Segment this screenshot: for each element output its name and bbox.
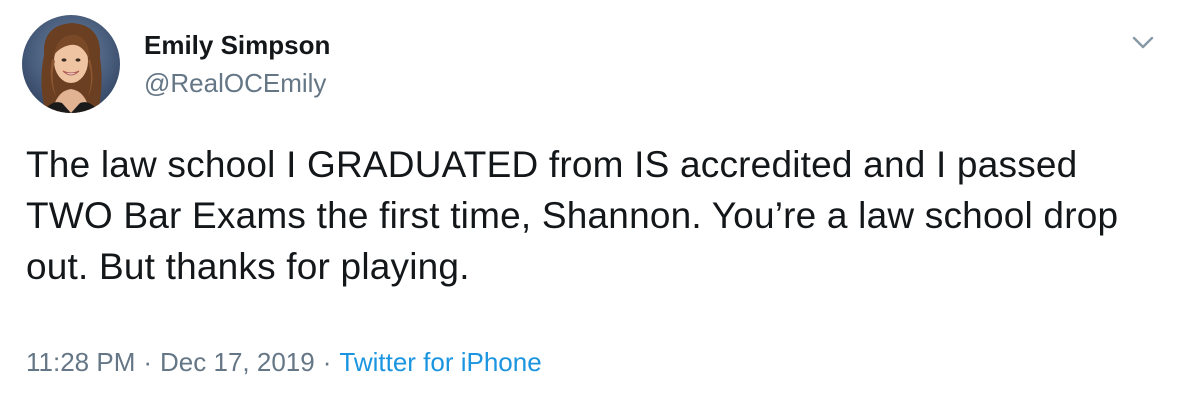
- tweet-card: Emily Simpson @RealOCEmily The law schoo…: [0, 0, 1187, 400]
- tweet-meta: 11:28 PM · Dec 17, 2019 · Twitter for iPhone: [26, 344, 542, 380]
- tweet-date[interactable]: Dec 17, 2019: [160, 347, 315, 377]
- chevron-down-icon[interactable]: [1126, 28, 1160, 58]
- tweet-source-link[interactable]: Twitter for iPhone: [339, 347, 541, 377]
- user-handle[interactable]: @RealOCEmily: [144, 65, 326, 101]
- meta-separator: ·: [322, 347, 332, 377]
- meta-separator: ·: [143, 347, 153, 377]
- tweet-text: The law school I GRADUATED from IS accre…: [26, 144, 1119, 287]
- display-name[interactable]: Emily Simpson: [144, 27, 330, 63]
- tweet-time[interactable]: 11:28 PM: [26, 347, 135, 377]
- avatar[interactable]: [22, 15, 120, 113]
